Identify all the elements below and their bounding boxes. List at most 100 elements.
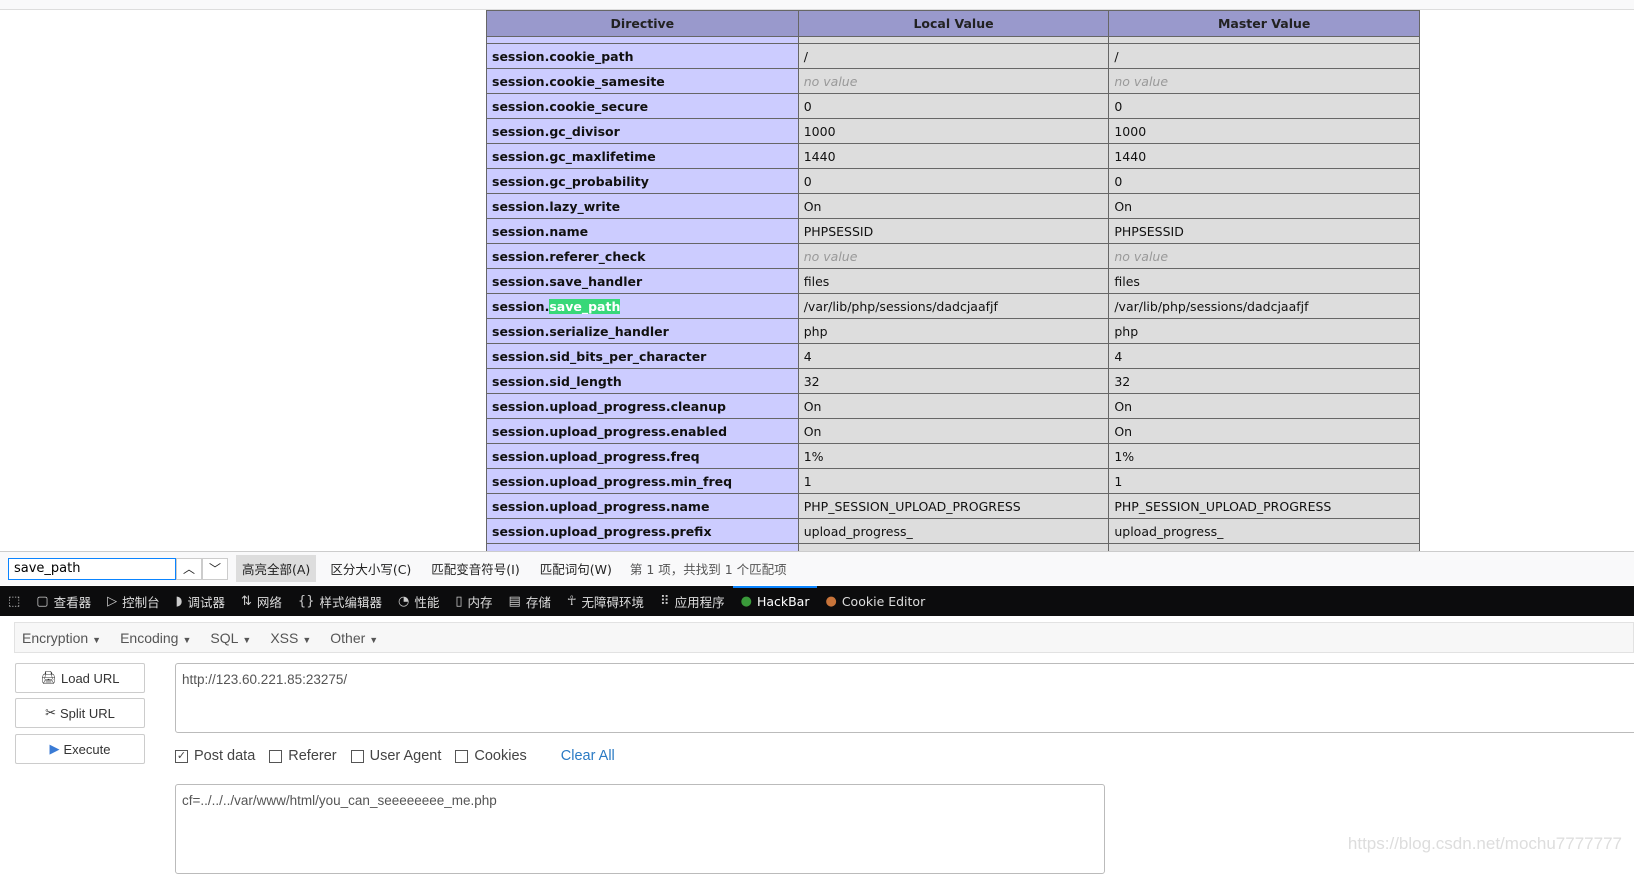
caret-down-icon: ▼ [369, 634, 379, 645]
split-url-button[interactable]: ✂ Split URL [15, 698, 145, 728]
checkbox[interactable]: ✓ [175, 749, 188, 763]
master-value-cell: upload_progress_ [1108, 518, 1420, 544]
find-input[interactable] [8, 557, 176, 580]
local-value-cell: 1% [797, 443, 1110, 469]
table-row-partial [486, 543, 1420, 551]
post-data-textarea[interactable]: cf=../../../var/www/html/you_can_seeeeee… [175, 784, 1105, 874]
directive-cell: session.name [486, 218, 799, 244]
devtools-tab-应用程序[interactable]: ⠿ 应用程序 [652, 586, 733, 616]
option-post-data[interactable]: ✓ Post data [175, 748, 255, 764]
directive-cell: session.serialize_handler [486, 318, 799, 344]
match-diacritics-toggle[interactable]: 匹配变音符号(I) [425, 555, 525, 582]
devtools-tab-查看器[interactable]: ▢ 查看器 [28, 586, 99, 616]
table-row: session.serialize_handler php php [486, 318, 1420, 344]
master-value-cell: php [1108, 318, 1420, 344]
devtools-tab-性能[interactable]: ◔ 性能 [390, 586, 447, 616]
checkbox[interactable] [269, 749, 283, 763]
directive-cell: session.gc_maxlifetime [486, 143, 799, 169]
directive-cell: session.referer_check [486, 243, 799, 269]
directive-cell: session.gc_probability [486, 168, 799, 194]
menu-label: Encryption [22, 629, 89, 646]
directive-cell: session.cookie_samesite [486, 68, 799, 94]
devtools-tab-hackbar[interactable]: ● HackBar [732, 586, 818, 616]
checkbox[interactable] [455, 749, 469, 763]
caret-down-icon: ▼ [92, 634, 102, 645]
local-value-cell: no value [797, 243, 1110, 269]
devtools-tab-调试器[interactable]: ◗ 调试器 [168, 586, 233, 616]
devtools-tab-存储[interactable]: ▤ 存储 [501, 586, 559, 616]
devtools-tab-控制台[interactable]: ▷ 控制台 [99, 586, 168, 616]
master-value-cell: PHP_SESSION_UPLOAD_PROGRESS [1108, 493, 1420, 519]
devtools-tab-label: 性能 [414, 594, 440, 610]
devtools-tab-样式编辑器[interactable]: {} 样式编辑器 [290, 586, 390, 616]
devtools-tab-cookie-editor[interactable]: ● Cookie Editor [817, 586, 933, 616]
phpinfo-page: Directive Local Value Master Value sessi… [0, 10, 1634, 551]
directive-cell: session.upload_progress.min_freq [486, 468, 799, 494]
find-previous-button[interactable]: ︿ [176, 557, 202, 580]
devtools-tab-内存[interactable]: ▯ 内存 [447, 586, 500, 616]
hackbar-menu-sql[interactable]: SQL ▼ [210, 630, 251, 646]
execute-button[interactable]: ▶ Execute [15, 734, 145, 764]
highlight-all-toggle[interactable]: 高亮全部(A) [236, 555, 317, 582]
load-url-button[interactable]: 🖨 Load URL [15, 663, 145, 693]
directive-cell: session.cookie_secure [486, 93, 799, 119]
master-value-cell: files [1108, 268, 1420, 294]
table-row: session.cookie_samesite no value no value [486, 68, 1420, 94]
find-highlight: save_path [549, 298, 621, 314]
load-url-label: Load URL [60, 670, 120, 686]
master-value-cell: /var/lib/php/sessions/dadcjaafjf [1108, 293, 1420, 319]
header-directive: Directive [486, 10, 799, 37]
hackbar-menu-xss[interactable]: XSS ▼ [270, 630, 311, 646]
directive-cell: session.save_handler [486, 268, 799, 294]
option-referer[interactable]: Referer [269, 748, 337, 764]
scissors-icon: ✂ [45, 705, 56, 720]
match-case-toggle[interactable]: 区分大小写(C) [324, 555, 417, 582]
checkbox[interactable] [350, 749, 364, 763]
memory-icon: ▯ [455, 593, 463, 609]
devtools-tab-网络[interactable]: ⇅ 网络 [233, 586, 290, 616]
devtools-tab-label: 查看器 [53, 594, 92, 610]
master-value-cell: On [1108, 418, 1420, 444]
master-value-cell: On [1108, 393, 1420, 419]
table-row: session.gc_divisor 1000 1000 [486, 118, 1420, 144]
find-next-button[interactable]: ﹀ [202, 557, 228, 580]
element-picker-icon: ⬚ [8, 593, 21, 609]
url-textarea[interactable]: http://123.60.221.85:23275/ [175, 663, 1634, 733]
local-value-cell: On [797, 193, 1110, 219]
table-row: session.upload_progress.enabled On On [486, 418, 1420, 444]
hackbar-menu-encoding[interactable]: Encoding ▼ [120, 630, 191, 646]
master-value-cell: 1440 [1108, 143, 1420, 169]
hackbar-menu-encryption[interactable]: Encryption ▼ [22, 630, 101, 646]
devtools-toolbar: ⬚ ▢ 查看器 ▷ 控制台 ◗ 调试器 ⇅ 网络{} 样式编辑器 ◔ 性能 ▯ 内存 ▤ 存储 ☥ 无障碍环境 ⠿… [0, 586, 1634, 616]
directive-cell: session.upload_progress.enabled [486, 418, 799, 444]
performance-icon: ◔ [397, 593, 410, 609]
request-options: ✓ Post data Referer User Agent Cookies Clear … [175, 748, 615, 764]
table-row: session.referer_check no value no value [486, 243, 1420, 269]
header-local-value: Local Value [797, 10, 1110, 37]
master-value-cell: 1% [1108, 443, 1420, 469]
option-user-agent[interactable]: User Agent [350, 748, 441, 764]
master-value-cell: 0 [1108, 168, 1420, 194]
whole-words-toggle[interactable]: 匹配词句(W) [534, 555, 618, 582]
devtools-tab-label: 控制台 [122, 594, 160, 610]
caret-down-icon: ▼ [182, 634, 192, 645]
watermark: https://blog.csdn.net/mochu7777777 [1347, 834, 1622, 853]
find-status: 第 1 项，共找到 1 个匹配项 [629, 562, 787, 577]
element-picker-button[interactable]: ⬚ [0, 586, 28, 616]
table-row: session.save_handler files files [486, 268, 1420, 294]
table-row: session.cookie_path / / [486, 43, 1420, 69]
menu-label: Encoding [120, 629, 179, 646]
local-value-cell: 1 [797, 468, 1110, 494]
option-cookies[interactable]: Cookies [455, 748, 527, 764]
devtools-tab-无障碍环境[interactable]: ☥ 无障碍环境 [559, 586, 652, 616]
devtools-tab-label: 存储 [525, 594, 551, 610]
table-row: session.sid_bits_per_character 4 4 [486, 343, 1420, 369]
hackbar-menu-other[interactable]: Other ▼ [330, 630, 378, 646]
console-icon: ▷ [107, 593, 118, 609]
table-row: session.upload_progress.name PHP_SESSION_… [486, 493, 1420, 519]
table-row-partial [486, 36, 1420, 44]
menu-label: XSS [270, 629, 299, 646]
clear-all-link[interactable]: Clear All [561, 748, 615, 764]
menu-label: SQL [210, 629, 239, 646]
local-value-cell: 1440 [797, 143, 1110, 169]
